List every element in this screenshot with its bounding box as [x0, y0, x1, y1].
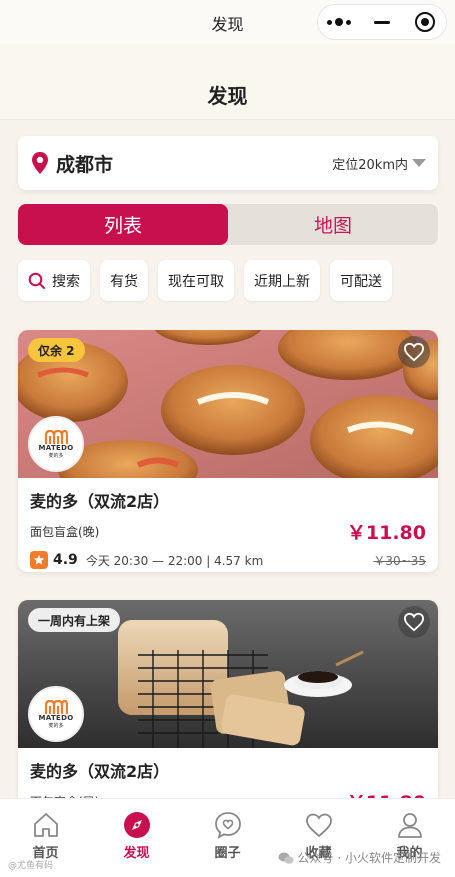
store-card[interactable]: 仅余 2 MATEDO 麦的多 麦的多（双流2店） 面包盲盒(晚) ￥11.80…	[18, 330, 438, 572]
watermark: 公众号 · 小火软件定制开发	[278, 849, 441, 866]
bread-photo: 仅余 2 MATEDO 麦的多	[18, 330, 438, 478]
filter-delivery[interactable]: 可配送	[330, 260, 392, 301]
favorite-button[interactable]	[398, 336, 430, 368]
status-badge: 一周内有上架	[28, 608, 121, 632]
watermark-text: 公众号 · 小火软件定制开发	[297, 851, 441, 865]
logo-brand: MATEDO	[38, 713, 74, 722]
more-button[interactable]	[318, 5, 361, 39]
tab-circle-label: 圈子	[214, 846, 241, 861]
rating: 4.9	[53, 552, 78, 568]
tab-map[interactable]: 地图	[228, 204, 438, 245]
dropdown-triangle-icon	[412, 159, 426, 167]
logo-brand: MATEDO	[38, 443, 74, 452]
original-price: ￥30~35	[373, 553, 426, 568]
search-chip[interactable]: 搜索	[18, 260, 90, 301]
logo-sub: 麦的多	[48, 452, 64, 459]
filter-new-soon[interactable]: 近期上新	[244, 260, 320, 301]
close-button[interactable]	[403, 5, 446, 39]
heart-icon	[403, 612, 425, 632]
filter-in-stock[interactable]: 有货	[100, 260, 148, 301]
minimize-icon	[374, 20, 390, 24]
bread-photo: 一周内有上架 MATEDO 麦的多	[18, 600, 438, 748]
page-header: 发现	[0, 44, 455, 120]
brand-mark-icon	[44, 429, 68, 444]
home-icon	[33, 813, 58, 837]
circle-chat-icon	[214, 812, 241, 839]
minimize-button[interactable]	[361, 5, 404, 39]
location-pin-icon	[32, 152, 48, 174]
store-card[interactable]: 一周内有上架 MATEDO 麦的多 麦的多（双流2店） 面包盲盒(早) ￥11.…	[18, 600, 438, 820]
tab-list[interactable]: 列表	[18, 204, 228, 245]
store-name: 麦的多（双流2店）	[30, 762, 170, 781]
view-toggle: 列表 地图	[18, 204, 438, 245]
store-logo: MATEDO 麦的多	[28, 686, 84, 742]
product-name: 面包盲盒(晚)	[30, 525, 100, 539]
stock-badge: 仅余 2	[28, 338, 85, 362]
filter-bar: 搜索 有货 现在可取 近期上新 可配送	[18, 260, 392, 301]
wechat-icon	[278, 852, 294, 864]
city-selector[interactable]: 成都市 定位20km内	[18, 136, 438, 190]
pickup-time: 今天 20:30 — 22:00 | 4.57 km	[85, 553, 264, 568]
brand-mark-icon	[44, 699, 68, 714]
price: ￥11.80	[346, 522, 426, 544]
city-name: 成都市	[56, 153, 114, 176]
tab-discover[interactable]: 发现	[91, 799, 182, 877]
search-label: 搜索	[52, 273, 80, 290]
search-icon	[28, 272, 45, 289]
star-icon	[30, 551, 48, 569]
watermark-left: @尤鱼有码	[8, 861, 54, 871]
mini-program-capsule	[317, 4, 447, 40]
range-label: 定位20km内	[332, 157, 408, 173]
range-dropdown[interactable]: 定位20km内	[332, 154, 426, 173]
filter-available-now[interactable]: 现在可取	[158, 260, 234, 301]
page-title: 发现	[207, 84, 248, 108]
more-icon	[327, 18, 352, 26]
tab-discover-label: 发现	[123, 846, 150, 861]
compass-icon	[123, 812, 150, 838]
user-icon	[397, 813, 422, 838]
heart-icon	[403, 342, 425, 362]
status-bar: 发现	[0, 0, 455, 44]
close-target-icon	[414, 12, 435, 32]
store-logo: MATEDO 麦的多	[28, 416, 84, 472]
logo-sub: 麦的多	[48, 722, 64, 729]
store-name: 麦的多（双流2店）	[30, 492, 170, 511]
heart-icon	[305, 813, 332, 838]
favorite-button[interactable]	[398, 606, 430, 638]
tab-circle[interactable]: 圈子	[182, 799, 273, 877]
